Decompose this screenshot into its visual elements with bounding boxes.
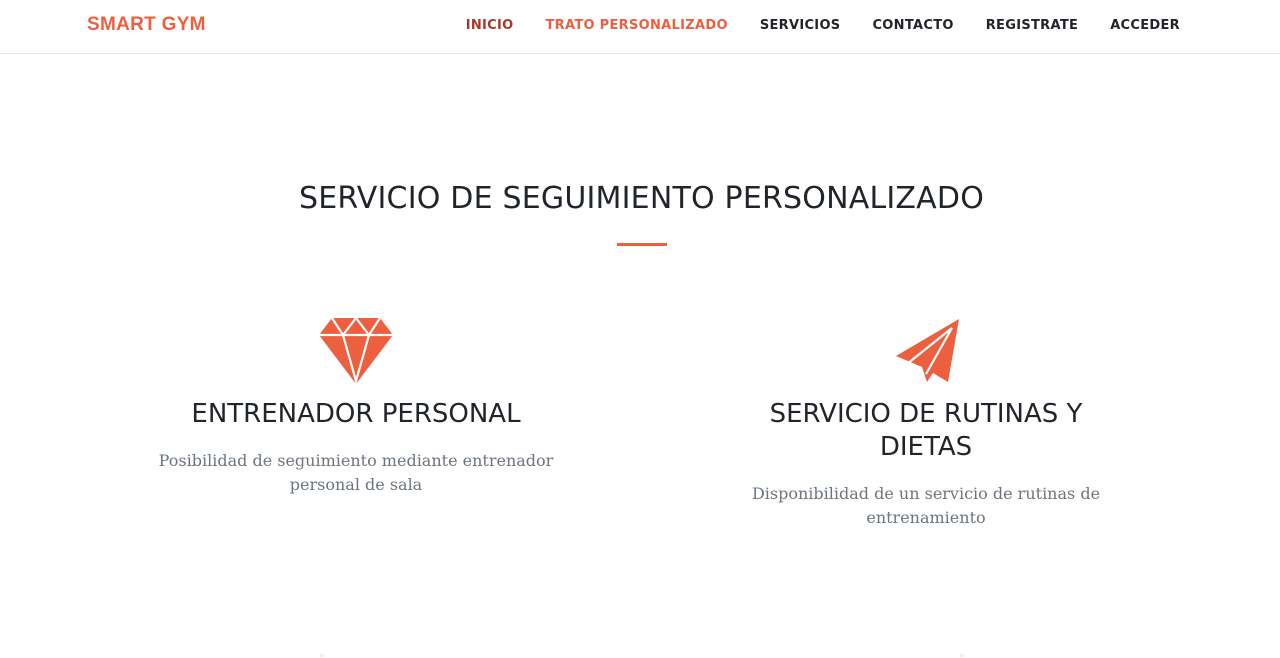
feature-description: Posibilidad de seguimiento mediante entr… [158, 451, 554, 494]
feature-servicio-rutinas-dietas: SERVICIO DE RUTINAS Y DIETAS Disponibili… [716, 318, 1136, 530]
faint-mark [320, 654, 324, 657]
nav-link-trato-personalizado[interactable]: TRATO PERSONALIZADO [546, 18, 728, 33]
nav-links: INICIO TRATO PERSONALIZADO SERVICIOS CON… [434, 18, 1180, 33]
faint-mark [960, 654, 964, 657]
feature-description: Disponibilidad de un servicio de rutinas… [751, 484, 1101, 527]
nav-link-acceder[interactable]: ACCEDER [1110, 18, 1180, 33]
feature-heading: ENTRENADOR PERSONAL [191, 399, 521, 429]
nav-link-registrate[interactable]: REGISTRATE [986, 18, 1078, 33]
feature-entrenador-personal: ENTRENADOR PERSONAL Posibilidad de segui… [146, 318, 566, 497]
gem-icon [319, 318, 393, 384]
nav-link-inicio[interactable]: INICIO [466, 18, 514, 33]
section-title: SERVICIO DE SEGUIMIENTO PERSONALIZADO [298, 181, 985, 216]
nav-link-servicios[interactable]: SERVICIOS [760, 18, 841, 33]
paper-plane-icon [896, 319, 959, 382]
title-divider [617, 243, 667, 246]
feature-heading: SERVICIO DE RUTINAS Y DIETAS [769, 399, 1083, 462]
brand-logo-link[interactable]: SMART GYM [87, 14, 206, 36]
navbar: SMART GYM INICIO TRATO PERSONALIZADO SER… [0, 0, 1280, 54]
nav-link-contacto[interactable]: CONTACTO [872, 18, 953, 33]
